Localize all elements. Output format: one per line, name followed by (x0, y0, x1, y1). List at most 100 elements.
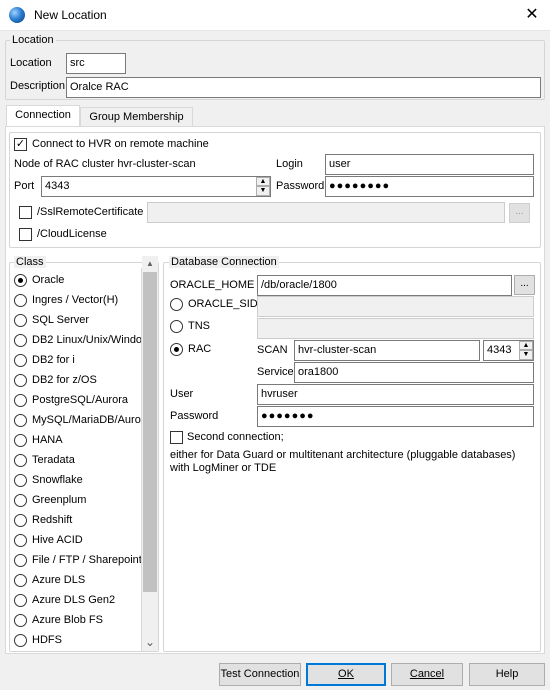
tns-input[interactable] (257, 318, 534, 339)
class-item[interactable]: DB2 for z/OS (10, 371, 141, 391)
scroll-down-icon[interactable]: ⌄ (142, 635, 158, 651)
ssl-certificate-checkbox[interactable] (19, 206, 32, 219)
port-input[interactable]: 4343 (41, 176, 271, 197)
class-item-label: MySQL/MariaDB/Aurora (32, 414, 142, 426)
db-password-label: Password (170, 410, 219, 422)
tns-radio[interactable] (170, 320, 183, 333)
class-radio[interactable] (14, 614, 27, 627)
class-item-label: Ingres / Vector(H) (32, 294, 119, 306)
class-item[interactable]: File / FTP / Sharepoint (10, 551, 141, 571)
remote-machine-checkbox[interactable]: ✓ (14, 138, 27, 151)
class-radio[interactable] (14, 534, 27, 547)
location-input[interactable]: src (66, 53, 126, 74)
class-item-label: Oracle (32, 274, 65, 286)
ssl-certificate-label: /SslRemoteCertificate (37, 206, 144, 218)
class-radio[interactable] (14, 394, 27, 407)
second-connection-checkbox[interactable] (170, 431, 183, 444)
class-item[interactable]: Azure DLS Gen2 (10, 591, 141, 611)
ok-button[interactable]: OK (306, 663, 386, 686)
close-icon[interactable]: ✕ (520, 3, 544, 27)
oracle-home-browse-button[interactable]: ... (514, 275, 535, 295)
rac-radio[interactable] (170, 343, 183, 356)
class-item[interactable]: Greenplum (10, 491, 141, 511)
cloud-license-checkbox[interactable] (19, 228, 32, 241)
second-connection-note-line2: with LogMiner or TDE (170, 462, 277, 474)
location-label: Location (10, 57, 52, 69)
class-radio[interactable] (14, 414, 27, 427)
spin-up-icon[interactable]: ▲ (256, 177, 270, 186)
service-input[interactable]: ora1800 (294, 362, 534, 383)
class-item[interactable]: HDFS (10, 631, 141, 651)
remote-machine-label: Connect to HVR on remote machine (32, 138, 209, 150)
class-item[interactable]: Hive ACID (10, 531, 141, 551)
cancel-button[interactable]: Cancel (391, 663, 463, 686)
class-list-scrollbar[interactable]: ▲ ⌄ (142, 256, 158, 651)
class-item[interactable]: Redshift (10, 511, 141, 531)
class-radio[interactable] (14, 494, 27, 507)
db-password-input[interactable]: ●●●●●●● (257, 406, 534, 427)
class-radio[interactable] (14, 374, 27, 387)
class-item[interactable]: DB2 for i (10, 351, 141, 371)
port-spinner[interactable]: ▲ ▼ (256, 177, 270, 196)
user-label: User (170, 388, 194, 400)
app-globe-icon (9, 7, 25, 23)
class-radio[interactable] (14, 354, 27, 367)
scan-label: SCAN (257, 344, 288, 356)
spin-down-icon[interactable]: ▼ (256, 186, 270, 196)
oracle-sid-label: ORACLE_SID (188, 298, 258, 310)
class-item-label: File / FTP / Sharepoint (32, 554, 142, 566)
class-item[interactable]: Teradata (10, 451, 141, 471)
scan-input[interactable]: hvr-cluster-scan (294, 340, 480, 361)
ssl-certificate-input[interactable] (147, 202, 505, 223)
class-item[interactable]: DB2 Linux/Unix/Window (10, 331, 141, 351)
oracle-home-input[interactable]: /db/oracle/1800 (257, 275, 512, 296)
class-item-label: Teradata (32, 454, 75, 466)
class-radio[interactable] (14, 634, 27, 647)
class-radio[interactable] (14, 514, 27, 527)
class-item-label: DB2 for z/OS (32, 374, 97, 386)
ok-button-label: OK (338, 668, 354, 680)
class-item-label: Snowflake (32, 474, 83, 486)
spin-up-icon[interactable]: ▲ (519, 341, 533, 350)
class-radio[interactable] (14, 594, 27, 607)
ssl-browse-button[interactable]: ... (509, 203, 530, 223)
tab-connection[interactable]: Connection (6, 105, 80, 127)
class-item[interactable]: Ingres / Vector(H) (10, 291, 141, 311)
class-radio[interactable] (14, 574, 27, 587)
password-input[interactable]: ●●●●●●●● (325, 176, 534, 197)
class-radio[interactable] (14, 294, 27, 307)
class-radio[interactable] (14, 474, 27, 487)
class-item[interactable]: Azure DLS (10, 571, 141, 591)
class-radio[interactable] (14, 554, 27, 567)
user-input[interactable]: hvruser (257, 384, 534, 405)
login-input[interactable]: user (325, 154, 534, 175)
spin-down-icon[interactable]: ▼ (519, 350, 533, 360)
class-item[interactable]: SQL Server (10, 311, 141, 331)
class-item[interactable]: PostgreSQL/Aurora (10, 391, 141, 411)
description-input[interactable]: Oralce RAC (66, 77, 541, 98)
test-connection-button[interactable]: Test Connection (219, 663, 301, 686)
class-item-label: Azure Blob FS (32, 614, 103, 626)
oracle-sid-input[interactable] (257, 296, 534, 317)
scroll-thumb[interactable] (143, 272, 157, 592)
scroll-up-icon[interactable]: ▲ (142, 256, 158, 272)
password-label: Password (276, 180, 325, 192)
rac-label: RAC (188, 343, 212, 355)
second-connection-note-line1: either for Data Guard or multitenant arc… (170, 449, 516, 461)
class-item[interactable]: Oracle (10, 271, 141, 291)
class-legend: Class (14, 256, 46, 268)
scan-port-spinner[interactable]: ▲ ▼ (519, 341, 533, 360)
class-radio[interactable] (14, 274, 27, 287)
class-radio[interactable] (14, 434, 27, 447)
help-button[interactable]: Help (469, 663, 545, 686)
class-item[interactable]: MySQL/MariaDB/Aurora (10, 411, 141, 431)
tab-group-membership[interactable]: Group Membership (80, 107, 193, 127)
class-radio[interactable] (14, 454, 27, 467)
oracle-sid-radio[interactable] (170, 298, 183, 311)
class-item[interactable]: HANA (10, 431, 141, 451)
class-item[interactable]: Azure Blob FS (10, 611, 141, 631)
class-item[interactable]: Snowflake (10, 471, 141, 491)
class-item-label: Greenplum (32, 494, 87, 506)
class-radio[interactable] (14, 314, 27, 327)
class-radio[interactable] (14, 334, 27, 347)
